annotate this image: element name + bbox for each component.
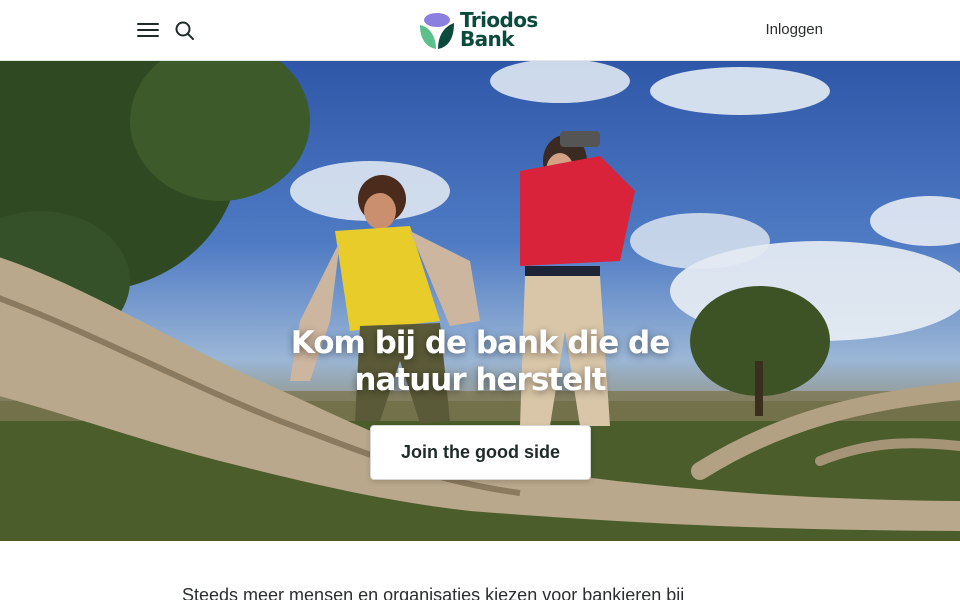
login-link[interactable]: Inloggen [765,21,823,38]
join-cta-button[interactable]: Join the good side [370,425,591,480]
hamburger-menu-icon[interactable] [134,18,162,42]
hero-banner: Kom bij de bank die de natuur herstelt J… [0,61,960,541]
hero-title: Kom bij de bank die de natuur herstelt [290,325,671,398]
triodos-logo[interactable]: Triodos Bank [416,8,546,52]
logo-mark-icon [420,13,454,49]
site-header: Triodos Bank Inloggen [0,0,960,61]
search-icon[interactable] [172,18,198,44]
intro-text: Steeds meer mensen en organisaties kieze… [182,585,685,600]
logo-line-2: Bank [460,27,514,51]
logo-text: Triodos Bank [460,10,538,51]
